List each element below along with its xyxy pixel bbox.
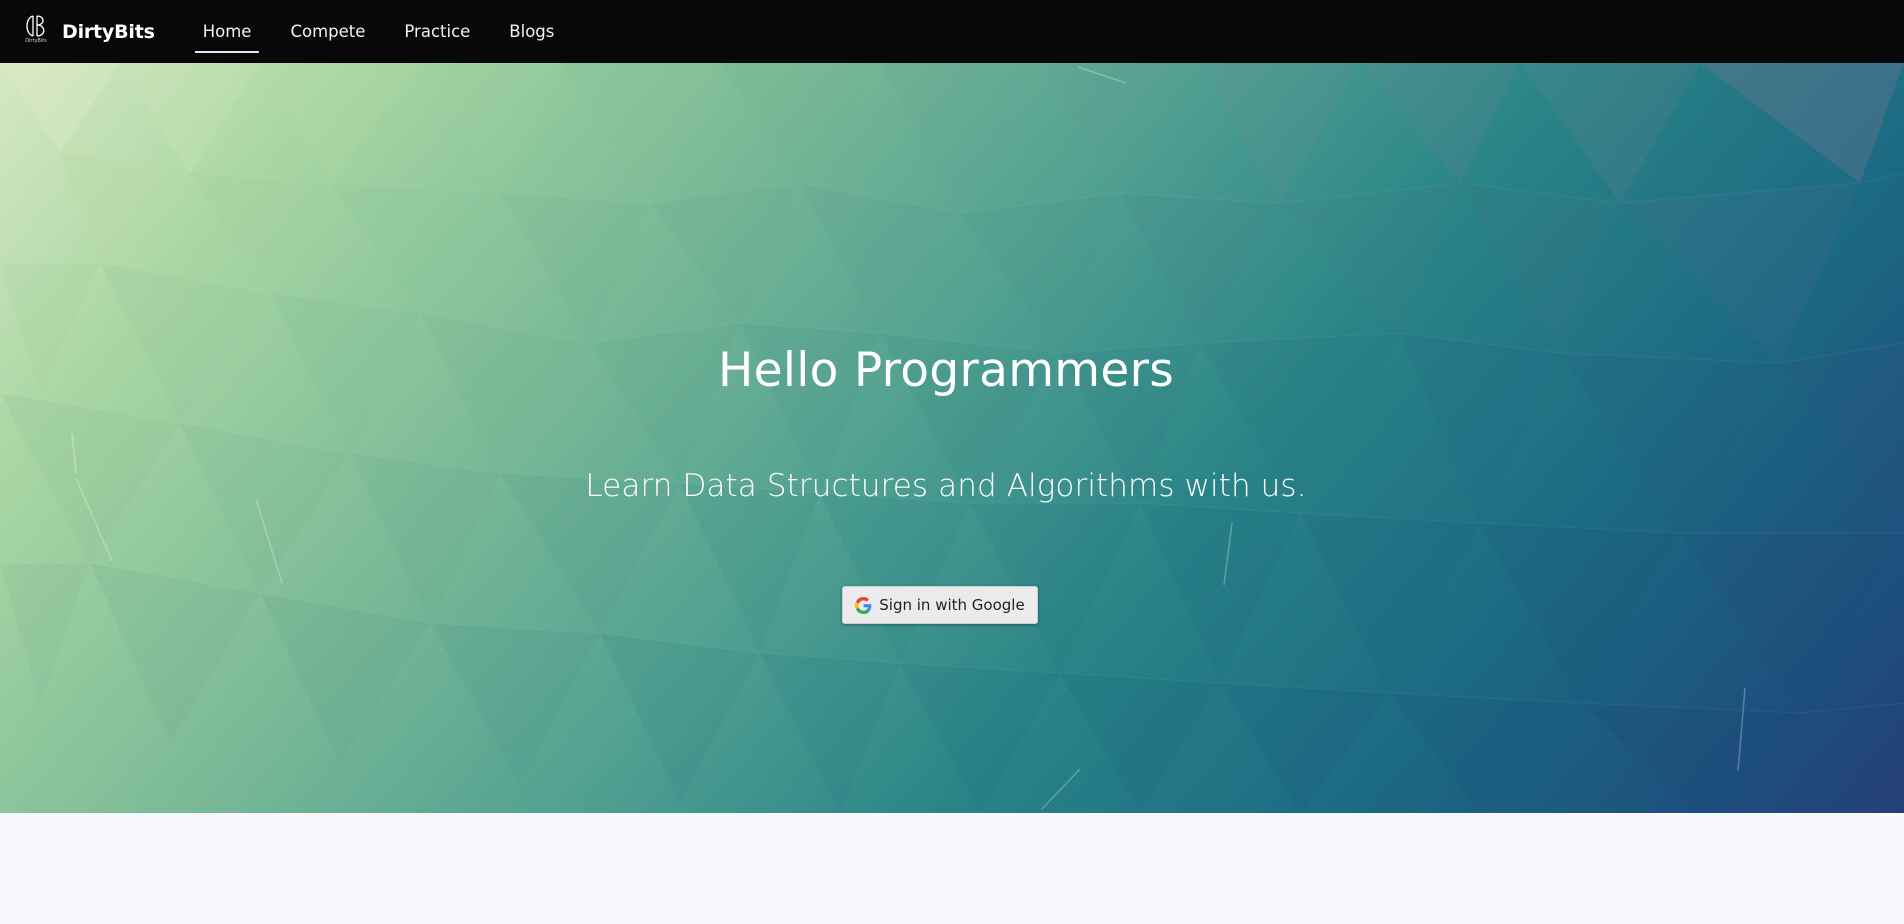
logo-caption: DirtyBits — [25, 37, 47, 44]
hero-title: Hello Programmers — [718, 343, 1174, 398]
nav-item-blogs[interactable]: Blogs — [501, 0, 562, 63]
db-logo-icon: DirtyBits — [22, 14, 50, 50]
top-navbar: DirtyBits DirtyBits Home Compete Practic… — [0, 0, 1904, 63]
low-poly-background — [0, 63, 1904, 813]
hero-subtitle: Learn Data Structures and Algorithms wit… — [585, 468, 1307, 504]
nav-item-compete[interactable]: Compete — [282, 0, 373, 63]
brand-name: DirtyBits — [62, 20, 155, 43]
google-signin-button[interactable]: Sign in with Google — [842, 586, 1038, 624]
hero-banner: Hello Programmers Learn Data Structures … — [0, 63, 1904, 813]
nav-item-home[interactable]: Home — [194, 0, 260, 63]
google-g-icon — [855, 596, 872, 614]
main-nav: Home Compete Practice Blogs — [194, 0, 586, 63]
page-content-area — [0, 813, 1904, 924]
brand[interactable]: DirtyBits DirtyBits — [22, 0, 155, 63]
google-signin-label: Sign in with Google — [879, 596, 1025, 614]
nav-item-practice[interactable]: Practice — [396, 0, 478, 63]
